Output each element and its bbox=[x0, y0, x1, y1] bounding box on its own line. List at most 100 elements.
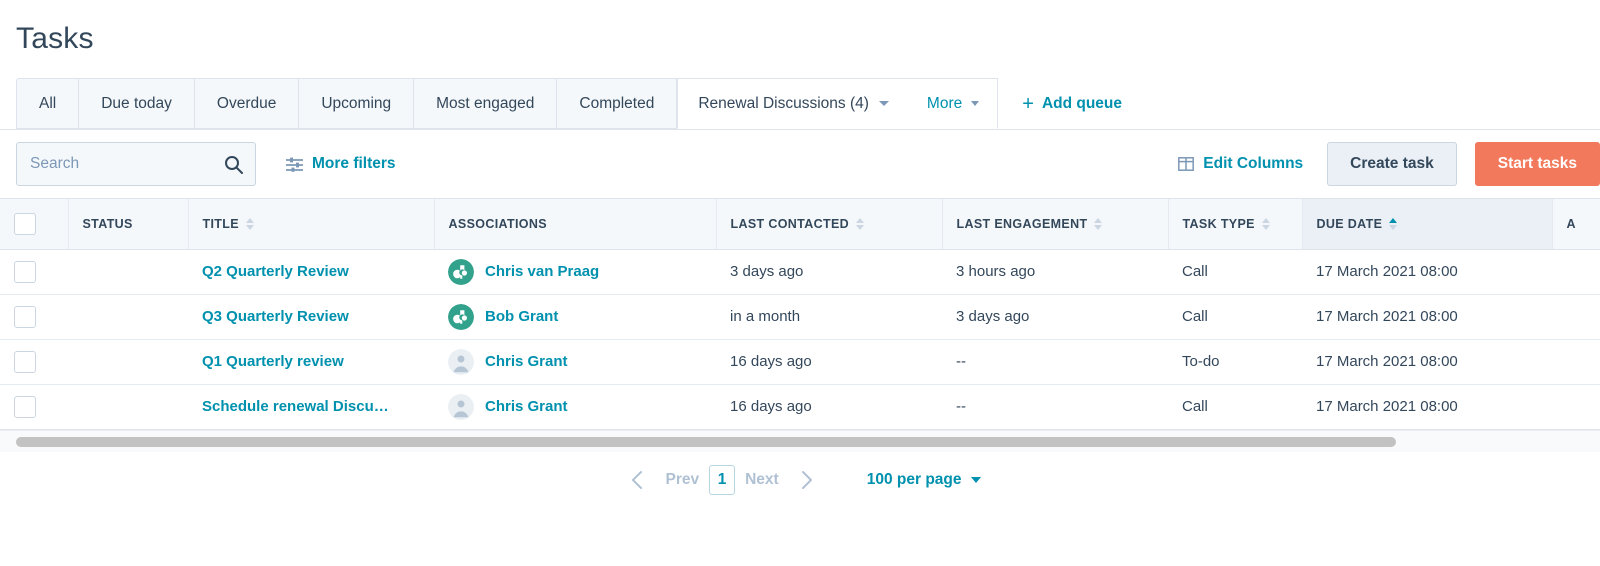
cell-last-contacted: 16 days ago bbox=[716, 339, 942, 385]
horizontal-scrollbar-thumb[interactable] bbox=[16, 436, 1396, 447]
column-header-task-type[interactable]: TASK TYPE bbox=[1168, 199, 1303, 250]
task-title-link[interactable]: Q2 Quarterly Review bbox=[202, 263, 420, 280]
toolbar-right: Edit Columns Create task Start tasks bbox=[1178, 142, 1600, 186]
column-header-last-contacted[interactable]: LAST CONTACTED bbox=[716, 199, 943, 250]
sort-arrows-icon[interactable] bbox=[1389, 217, 1398, 230]
table-row[interactable]: Q2 Quarterly Review Chris van Praag 3 da… bbox=[0, 249, 1600, 295]
task-title-link[interactable]: Schedule renewal Discu… bbox=[202, 398, 420, 415]
association-name[interactable]: Chris Grant bbox=[485, 398, 568, 415]
more-filters-button[interactable]: More filters bbox=[286, 155, 396, 173]
tab-due-today[interactable]: Due today bbox=[78, 78, 194, 129]
cell-title: Q1 Quarterly review bbox=[188, 339, 434, 385]
table-header-row: STATUS TITLE ASSOCIATIONS LAST CONTACTED bbox=[0, 199, 1600, 250]
cell-due-date: 17 March 2021 08:00 bbox=[1316, 398, 1458, 416]
company-logo-icon bbox=[448, 303, 474, 330]
search-input[interactable] bbox=[17, 143, 255, 185]
column-label: DUE DATE bbox=[1316, 216, 1383, 231]
cell-due-date: 17 March 2021 08:00 bbox=[1302, 294, 1552, 340]
person-icon bbox=[448, 393, 474, 420]
person-icon bbox=[448, 348, 474, 375]
row-select-cell bbox=[0, 339, 68, 385]
per-page-dropdown[interactable]: 100 per page bbox=[867, 471, 981, 489]
row-select-cell bbox=[0, 249, 68, 295]
table-row[interactable]: Q3 Quarterly Review Bob Grant in a month… bbox=[0, 294, 1600, 340]
column-label: LAST ENGAGEMENT bbox=[956, 216, 1088, 231]
tab-more-label: More bbox=[926, 94, 963, 112]
search-box[interactable] bbox=[16, 142, 256, 186]
chevron-left-icon[interactable] bbox=[625, 468, 649, 492]
association-name[interactable]: Chris van Praag bbox=[485, 263, 599, 280]
tab-completed[interactable]: Completed bbox=[556, 78, 678, 129]
tab-overdue[interactable]: Overdue bbox=[193, 78, 299, 129]
association[interactable]: Chris Grant bbox=[448, 348, 702, 375]
cell-last-engagement: -- bbox=[956, 398, 966, 416]
next-page-button[interactable]: Next bbox=[735, 471, 789, 489]
column-header-status[interactable]: STATUS bbox=[68, 199, 189, 250]
tab-most-engaged[interactable]: Most engaged bbox=[413, 78, 557, 129]
create-task-button[interactable]: Create task bbox=[1327, 142, 1457, 186]
task-title-link[interactable]: Q3 Quarterly Review bbox=[202, 308, 420, 325]
sort-arrows-icon[interactable] bbox=[245, 217, 254, 230]
tab-all[interactable]: All bbox=[16, 78, 79, 129]
column-label: LAST CONTACTED bbox=[730, 216, 850, 231]
task-title-link[interactable]: Q1 Quarterly review bbox=[202, 353, 420, 370]
sort-arrows-icon[interactable] bbox=[856, 217, 865, 230]
column-label: TASK TYPE bbox=[1182, 216, 1255, 231]
row-checkbox[interactable] bbox=[14, 260, 36, 283]
association-name[interactable]: Bob Grant bbox=[485, 308, 558, 325]
columns-icon bbox=[1178, 157, 1195, 171]
association[interactable]: Chris van Praag bbox=[448, 258, 702, 285]
table-row[interactable]: Q1 Quarterly review Chris Grant 16 days … bbox=[0, 339, 1600, 385]
select-all-checkbox[interactable] bbox=[14, 212, 36, 235]
column-header-next-truncated[interactable]: A bbox=[1552, 199, 1600, 250]
chevron-right-icon[interactable] bbox=[795, 468, 819, 492]
tab-more[interactable]: More bbox=[908, 78, 999, 129]
column-header-due-date[interactable]: DUE DATE bbox=[1302, 199, 1553, 250]
row-checkbox[interactable] bbox=[14, 305, 36, 328]
cell-associations: Chris Grant bbox=[434, 339, 716, 385]
cell-title: Q2 Quarterly Review bbox=[188, 249, 434, 295]
start-tasks-label: Start tasks bbox=[1497, 155, 1577, 172]
chevron-down-icon bbox=[971, 101, 980, 106]
sort-arrows-icon[interactable] bbox=[1094, 217, 1103, 230]
column-header-last-engagement[interactable]: LAST ENGAGEMENT bbox=[942, 199, 1169, 250]
create-task-label: Create task bbox=[1350, 155, 1434, 172]
tab-strip: All Due today Overdue Upcoming Most enga… bbox=[0, 78, 1600, 130]
column-label: STATUS bbox=[82, 216, 133, 231]
cell-associations: Chris Grant bbox=[434, 384, 716, 429]
tab-upcoming[interactable]: Upcoming bbox=[298, 78, 414, 129]
page-number-1[interactable]: 1 bbox=[709, 465, 736, 495]
cell-task-type: Call bbox=[1168, 249, 1302, 295]
association[interactable]: Bob Grant bbox=[448, 303, 702, 330]
prev-page-button[interactable]: Prev bbox=[655, 471, 709, 489]
start-tasks-button[interactable]: Start tasks bbox=[1474, 142, 1600, 186]
add-queue-button[interactable]: + Add queue bbox=[1022, 78, 1122, 129]
tab-label: Upcoming bbox=[321, 94, 392, 112]
edit-columns-button[interactable]: Edit Columns bbox=[1178, 155, 1303, 173]
association[interactable]: Chris Grant bbox=[448, 393, 702, 420]
select-all-header bbox=[0, 199, 69, 250]
cell-status bbox=[68, 339, 188, 385]
page-title: Tasks bbox=[16, 22, 94, 55]
cell-due-date: 17 March 2021 08:00 bbox=[1302, 249, 1552, 295]
cell-last-contacted: 16 days ago bbox=[730, 398, 812, 416]
more-filters-label: More filters bbox=[312, 155, 396, 172]
tab-label: Most engaged bbox=[436, 94, 535, 112]
column-header-associations[interactable]: ASSOCIATIONS bbox=[434, 199, 717, 250]
chevron-down-icon[interactable] bbox=[878, 101, 889, 106]
column-label: ASSOCIATIONS bbox=[448, 216, 547, 231]
search-icon[interactable] bbox=[224, 155, 243, 174]
association-name[interactable]: Chris Grant bbox=[485, 353, 568, 370]
cell-status bbox=[68, 249, 188, 295]
cell-status bbox=[68, 384, 188, 429]
column-header-title[interactable]: TITLE bbox=[188, 199, 435, 250]
row-checkbox[interactable] bbox=[14, 350, 36, 373]
tab-label: Overdue bbox=[216, 94, 277, 112]
horizontal-scrollbar-track[interactable] bbox=[0, 430, 1600, 452]
cell-last-contacted: in a month bbox=[716, 294, 942, 340]
tab-renewal-discussions[interactable]: Renewal Discussions (4) bbox=[677, 78, 909, 129]
sort-arrows-icon[interactable] bbox=[1261, 217, 1270, 230]
cell-associations: Bob Grant bbox=[434, 294, 716, 340]
table-row[interactable]: Schedule renewal Discu… Chris Grant 16 d… bbox=[0, 384, 1600, 429]
row-checkbox[interactable] bbox=[14, 395, 36, 418]
